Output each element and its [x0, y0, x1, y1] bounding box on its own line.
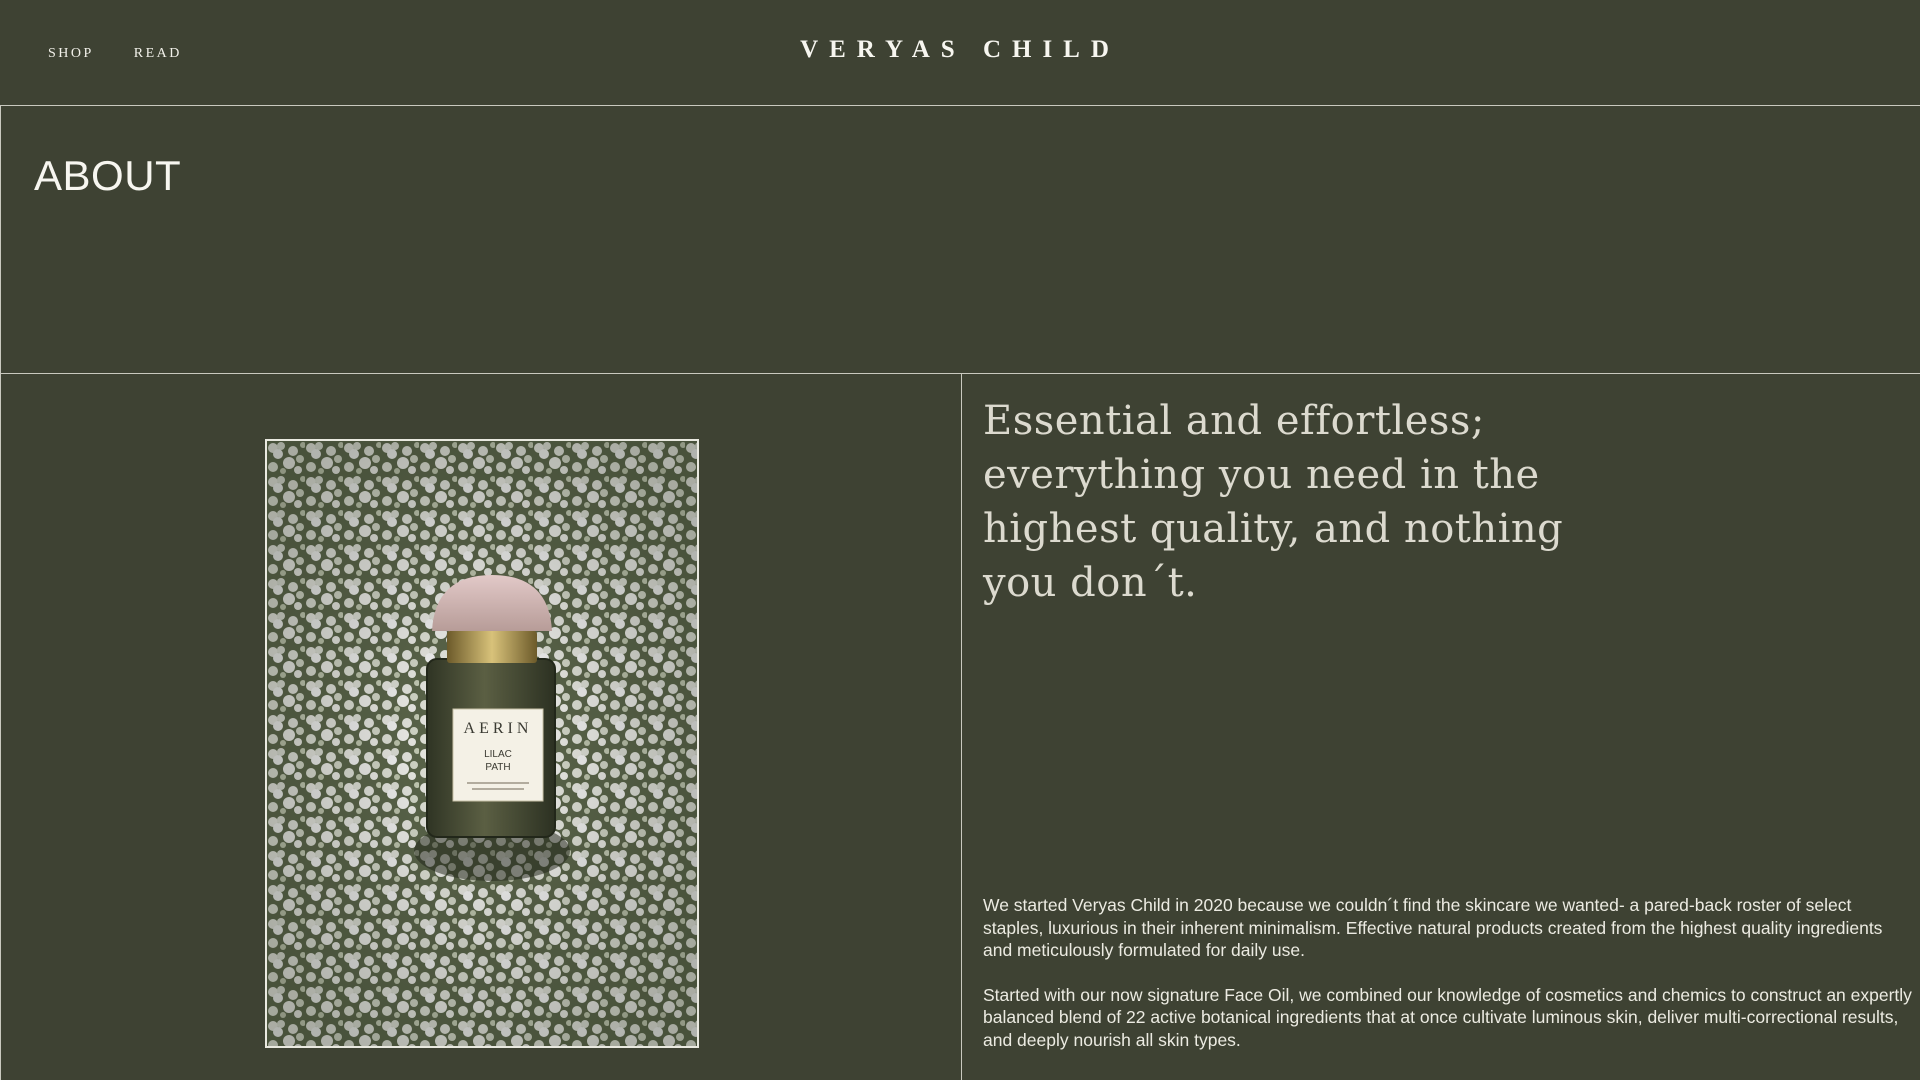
site-logo[interactable]: VERYAS CHILD	[0, 36, 1920, 64]
flowers-and-bottle-illustration: AERIN LILAC PATH	[267, 441, 697, 1046]
text-panel: Essential and effortless; everything you…	[962, 374, 1920, 1080]
about-hero: ABOUT	[0, 106, 1920, 374]
bottle-brand-text: AERIN	[464, 720, 533, 737]
about-paragraph: We started Veryas Child in 2020 because …	[983, 895, 1883, 960]
site-header: SHOP READ VERYAS CHILD	[0, 0, 1920, 106]
bottle-name-line1: LILAC	[484, 749, 512, 760]
bottle-name-line2: PATH	[485, 762, 510, 773]
product-photo: AERIN LILAC PATH	[265, 439, 699, 1048]
image-panel: AERIN LILAC PATH	[0, 374, 962, 1080]
tagline-heading: Essential and effortless; everything you…	[983, 398, 1564, 606]
page-title: ABOUT	[34, 152, 182, 199]
about-body: We started Veryas Child in 2020 because …	[983, 894, 1913, 1073]
about-paragraph: Started with our now signature Face Oil,…	[983, 984, 1912, 1050]
